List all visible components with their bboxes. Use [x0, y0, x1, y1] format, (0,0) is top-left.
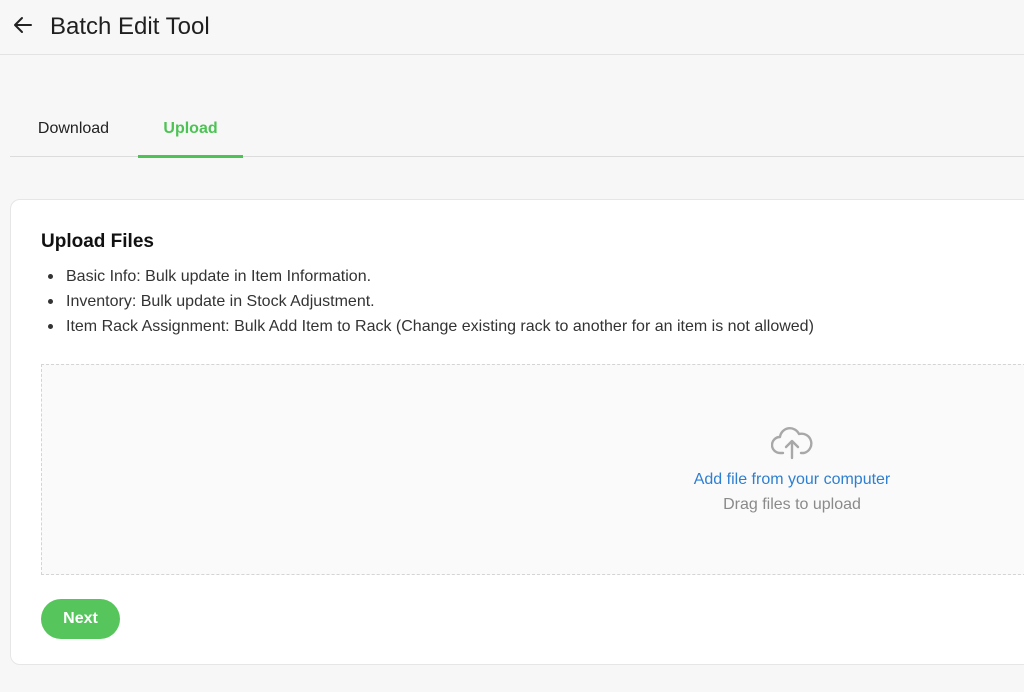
- next-button[interactable]: Next: [41, 599, 120, 639]
- list-item: Item Rack Assignment: Bulk Add Item to R…: [45, 314, 814, 339]
- drag-hint-text: Drag files to upload: [723, 496, 861, 513]
- upload-files-card: Upload Files Basic Info: Bulk update in …: [10, 199, 1024, 665]
- add-file-link[interactable]: Add file from your computer: [662, 469, 922, 491]
- section-title: Upload Files: [41, 231, 154, 252]
- back-button[interactable]: [10, 12, 36, 38]
- tab-upload[interactable]: Upload: [138, 100, 243, 158]
- tab-download[interactable]: Download: [10, 100, 137, 157]
- instructions-list: Basic Info: Bulk update in Item Informat…: [45, 264, 814, 339]
- file-dropzone[interactable]: Add file from your computer Drag files t…: [41, 364, 1024, 575]
- cloud-upload-icon: [771, 427, 813, 460]
- arrow-left-icon: [14, 17, 32, 33]
- page-title: Batch Edit Tool: [50, 13, 210, 40]
- tab-bar: Download Upload: [10, 100, 1024, 158]
- list-item: Inventory: Bulk update in Stock Adjustme…: [45, 289, 814, 314]
- list-item: Basic Info: Bulk update in Item Informat…: [45, 264, 814, 289]
- top-bar: Batch Edit Tool: [0, 0, 1024, 55]
